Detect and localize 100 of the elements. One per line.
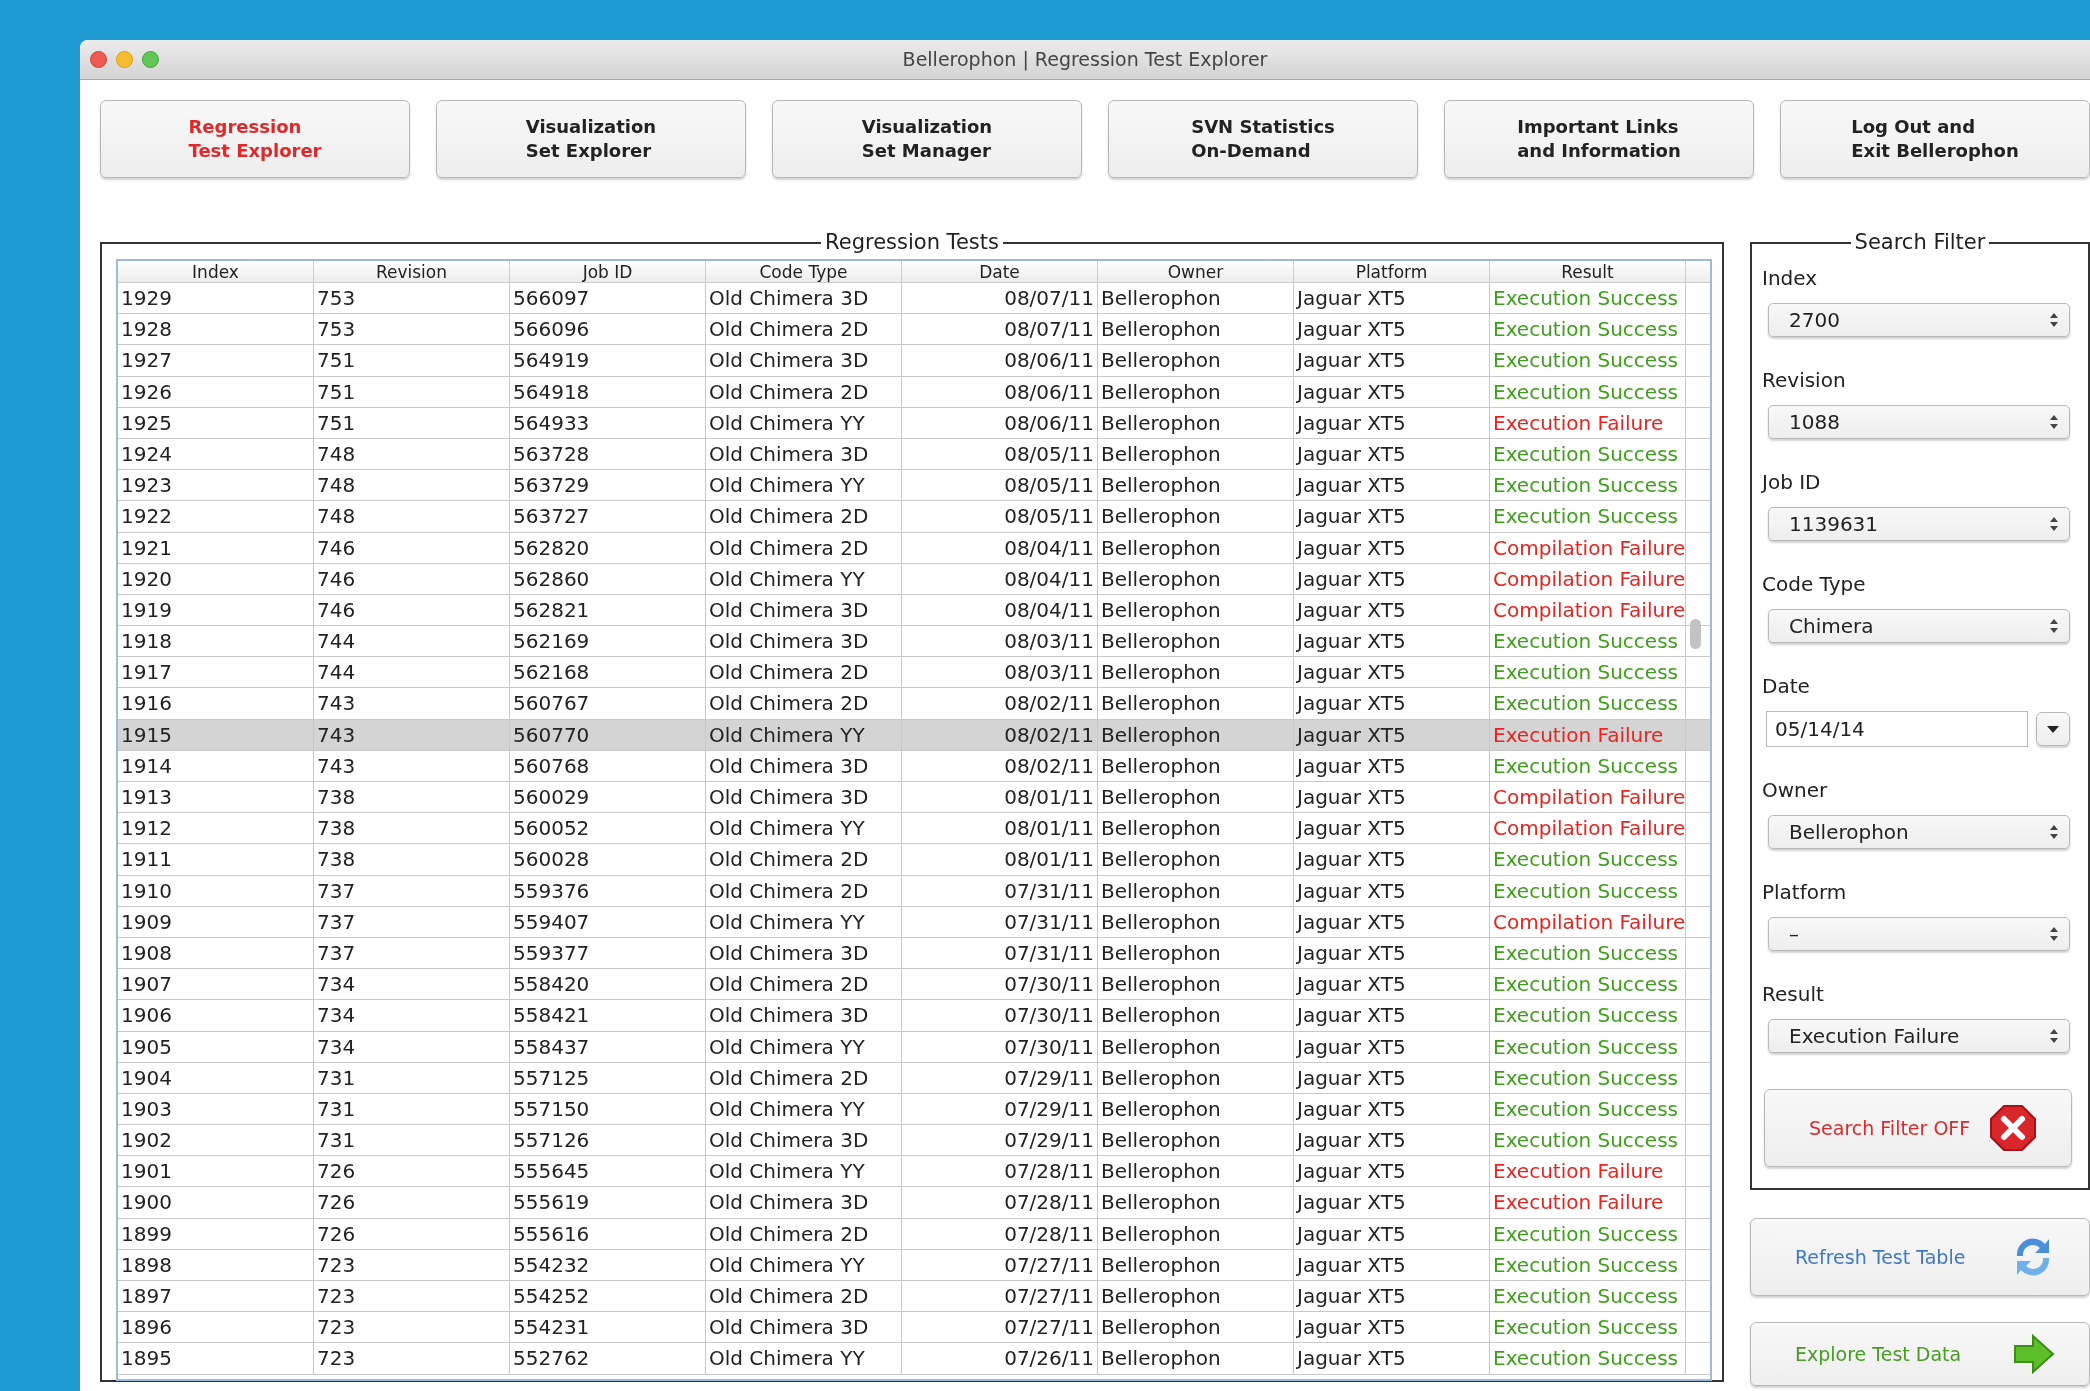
table-cell: 558437 bbox=[510, 1031, 706, 1062]
table-cell: 562860 bbox=[510, 563, 706, 594]
table-row[interactable]: 1896 723 554231 Old Chimera 3D 07/27/11 Bellerophon Jaguar XT5 Execution Success bbox=[118, 1312, 1710, 1344]
table-cell: Bellerophon bbox=[1098, 563, 1294, 594]
table-cell: 555645 bbox=[510, 1156, 706, 1187]
table-cell: 08/01/11 bbox=[902, 844, 1098, 875]
zoom-window-button[interactable] bbox=[142, 51, 159, 68]
table-cell: Jaguar XT5 bbox=[1294, 657, 1490, 688]
table-cell: Execution Success bbox=[1490, 969, 1686, 1000]
table-row[interactable]: 1926 751 564918 Old Chimera 2D 08/06/11 Bellerophon Jaguar XT5 Execution Success bbox=[118, 376, 1710, 408]
column-header[interactable]: Code Type bbox=[706, 261, 902, 283]
table-cell: Bellerophon bbox=[1098, 1281, 1294, 1312]
table-row[interactable]: 1904 731 557125 Old Chimera 2D 07/29/11 Bellerophon Jaguar XT5 Execution Success bbox=[118, 1062, 1710, 1094]
table-row[interactable]: 1902 731 557126 Old Chimera 3D 07/29/11 Bellerophon Jaguar XT5 Execution Success bbox=[118, 1125, 1710, 1157]
table-cell: Old Chimera YY bbox=[706, 470, 902, 501]
table-row[interactable]: 1911 738 560028 Old Chimera 2D 08/01/11 Bellerophon Jaguar XT5 Execution Success bbox=[118, 844, 1710, 876]
table-row[interactable]: 1895 723 552762 Old Chimera YY 07/26/11 Bellerophon Jaguar XT5 Execution Success bbox=[118, 1343, 1710, 1375]
table-row[interactable]: 1907 734 558420 Old Chimera 2D 07/30/11 Bellerophon Jaguar XT5 Execution Success bbox=[118, 969, 1710, 1001]
minimize-window-button[interactable] bbox=[116, 51, 133, 68]
search-filter-toggle-button[interactable]: Search Filter OFF bbox=[1764, 1089, 2072, 1167]
table-row[interactable]: 1900 726 555619 Old Chimera 3D 07/28/11 Bellerophon Jaguar XT5 Execution Failure bbox=[118, 1187, 1710, 1219]
table-cell: Bellerophon bbox=[1098, 1093, 1294, 1125]
table-row[interactable]: 1903 731 557150 Old Chimera YY 07/29/11 Bellerophon Jaguar XT5 Execution Success bbox=[118, 1093, 1710, 1126]
table-cell: 07/27/11 bbox=[902, 1312, 1098, 1343]
table-row[interactable]: 1924 748 563728 Old Chimera 3D 08/05/11 Bellerophon Jaguar XT5 Execution Success bbox=[118, 438, 1710, 471]
table-row[interactable]: 1905 734 558437 Old Chimera YY 07/30/11 Bellerophon Jaguar XT5 Execution Success bbox=[118, 1031, 1710, 1063]
table-cell: 08/03/11 bbox=[902, 626, 1098, 657]
field-label: Result bbox=[1762, 981, 1825, 1008]
table-row[interactable]: 1914 743 560768 Old Chimera 3D 08/02/11 Bellerophon Jaguar XT5 Execution Success bbox=[118, 750, 1710, 782]
table-row[interactable]: 1897 723 554252 Old Chimera 2D 07/27/11 Bellerophon Jaguar XT5 Execution Success bbox=[118, 1281, 1710, 1313]
field-label: Platform bbox=[1762, 879, 1848, 906]
table-cell: 08/01/11 bbox=[902, 782, 1098, 813]
column-header[interactable]: Index bbox=[118, 261, 314, 283]
table-cell: 1907 bbox=[118, 969, 314, 1000]
scrollbar-thumb[interactable] bbox=[1690, 619, 1701, 649]
dropdown-field[interactable]: 1088 bbox=[1768, 405, 2070, 439]
table-row[interactable]: 1920 746 562860 Old Chimera YY 08/04/11 Bellerophon Jaguar XT5 Compilation Failure bbox=[118, 563, 1710, 595]
table-cell: Bellerophon bbox=[1098, 1312, 1294, 1343]
dropdown-field[interactable]: Chimera bbox=[1768, 609, 2070, 643]
table-cell: 07/29/11 bbox=[902, 1125, 1098, 1156]
table-cell: Execution Success bbox=[1490, 750, 1686, 781]
table-cell: 737 bbox=[314, 906, 510, 937]
table-row[interactable]: 1919 746 562821 Old Chimera 3D 08/04/11 Bellerophon Jaguar XT5 Compilation Failure bbox=[118, 594, 1710, 627]
column-header[interactable]: Owner bbox=[1098, 261, 1294, 283]
table-row[interactable]: 1921 746 562820 Old Chimera 2D 08/04/11 Bellerophon Jaguar XT5 Compilation Failure bbox=[118, 532, 1710, 564]
column-header[interactable]: Platform bbox=[1294, 261, 1490, 283]
table-row[interactable]: 1917 744 562168 Old Chimera 2D 08/03/11 Bellerophon Jaguar XT5 Execution Success bbox=[118, 657, 1710, 689]
nav-tab[interactable]: SVN Statistics On-Demand bbox=[1108, 100, 1418, 178]
nav-tab[interactable]: Important Links and Information bbox=[1444, 100, 1754, 178]
table-cell: 731 bbox=[314, 1093, 510, 1125]
table-row[interactable]: 1898 723 554232 Old Chimera YY 07/27/11 Bellerophon Jaguar XT5 Execution Success bbox=[118, 1249, 1710, 1281]
table-cell: Old Chimera YY bbox=[706, 1031, 902, 1062]
table-row[interactable]: 1925 751 564933 Old Chimera YY 08/06/11 Bellerophon Jaguar XT5 Execution Failure bbox=[118, 407, 1710, 439]
table-row[interactable]: 1922 748 563727 Old Chimera 2D 08/05/11 Bellerophon Jaguar XT5 Execution Success bbox=[118, 501, 1710, 533]
table-row[interactable]: 1909 737 559407 Old Chimera YY 07/31/11 Bellerophon Jaguar XT5 Compilation Failure bbox=[118, 906, 1710, 938]
table-cell: 1924 bbox=[118, 438, 314, 470]
table-row[interactable]: 1927 751 564919 Old Chimera 3D 08/06/11 Bellerophon Jaguar XT5 Execution Success bbox=[118, 345, 1710, 377]
table-row[interactable]: 1929 753 566097 Old Chimera 3D 08/07/11 Bellerophon Jaguar XT5 Execution Success bbox=[118, 283, 1710, 315]
table-cell: 562168 bbox=[510, 657, 706, 688]
table-cell: 08/04/11 bbox=[902, 532, 1098, 563]
nav-tab[interactable]: Visualization Set Manager bbox=[772, 100, 1082, 178]
table-cell: Old Chimera 2D bbox=[706, 657, 902, 688]
table-cell: Jaguar XT5 bbox=[1294, 1249, 1490, 1280]
nav-tab[interactable]: Regression Test Explorer bbox=[100, 100, 410, 178]
table-cell: Bellerophon bbox=[1098, 283, 1294, 314]
table-row[interactable]: 1923 748 563729 Old Chimera YY 08/05/11 Bellerophon Jaguar XT5 Execution Success bbox=[118, 470, 1710, 502]
table-cell: Jaguar XT5 bbox=[1294, 1187, 1490, 1218]
table-cell: Jaguar XT5 bbox=[1294, 844, 1490, 875]
table-row[interactable]: 1906 734 558421 Old Chimera 3D 07/30/11 Bellerophon Jaguar XT5 Execution Success bbox=[118, 1000, 1710, 1032]
date-field[interactable]: 05/14/14 bbox=[1766, 711, 2028, 747]
table-cell: 734 bbox=[314, 969, 510, 1000]
table-row[interactable]: 1899 726 555616 Old Chimera 2D 07/28/11 Bellerophon Jaguar XT5 Execution Success bbox=[118, 1218, 1710, 1250]
table-row[interactable]: 1912 738 560052 Old Chimera YY 08/01/11 Bellerophon Jaguar XT5 Compilation Failure bbox=[118, 813, 1710, 845]
dropdown-field[interactable]: 1139631 bbox=[1768, 507, 2070, 541]
dropdown-button[interactable] bbox=[2036, 712, 2070, 746]
nav-tab[interactable]: Log Out and Exit Bellerophon bbox=[1780, 100, 2090, 178]
table-row[interactable]: 1928 753 566096 Old Chimera 2D 08/07/11 Bellerophon Jaguar XT5 Execution Success bbox=[118, 314, 1710, 346]
column-header[interactable]: Date bbox=[902, 261, 1098, 283]
table-cell: 1911 bbox=[118, 844, 314, 875]
table-row[interactable]: 1916 743 560767 Old Chimera 2D 08/02/11 Bellerophon Jaguar XT5 Execution Success bbox=[118, 688, 1710, 720]
table-cell: Bellerophon bbox=[1098, 501, 1294, 532]
table-row[interactable]: 1901 726 555645 Old Chimera YY 07/28/11 Bellerophon Jaguar XT5 Execution Failure bbox=[118, 1156, 1710, 1188]
column-header[interactable]: Job ID bbox=[510, 261, 706, 283]
table-cell: 563727 bbox=[510, 501, 706, 532]
table-cell: 1919 bbox=[118, 594, 314, 626]
table-row[interactable]: 1915 743 560770 Old Chimera YY 08/02/11 Bellerophon Jaguar XT5 Execution Failure bbox=[118, 719, 1710, 751]
nav-tab[interactable]: Visualization Set Explorer bbox=[436, 100, 746, 178]
dropdown-field[interactable]: Execution Failure bbox=[1768, 1019, 2070, 1053]
table-cell: Bellerophon bbox=[1098, 1343, 1294, 1374]
close-window-button[interactable] bbox=[90, 51, 107, 68]
table-row[interactable]: 1910 737 559376 Old Chimera 2D 07/31/11 Bellerophon Jaguar XT5 Execution Success bbox=[118, 875, 1710, 907]
dropdown-field[interactable]: 2700 bbox=[1768, 303, 2070, 337]
column-header[interactable]: Result bbox=[1490, 261, 1686, 283]
table-row[interactable]: 1908 737 559377 Old Chimera 3D 07/31/11 Bellerophon Jaguar XT5 Execution Success bbox=[118, 937, 1710, 970]
column-header[interactable]: Revision bbox=[314, 261, 510, 283]
dropdown-field[interactable]: Bellerophon bbox=[1768, 815, 2070, 849]
table-row[interactable]: 1913 738 560029 Old Chimera 3D 08/01/11 Bellerophon Jaguar XT5 Compilation Failure bbox=[118, 782, 1710, 814]
panel-title: Regression Tests bbox=[824, 232, 1000, 253]
dropdown-field[interactable]: – bbox=[1768, 917, 2070, 951]
refresh-button[interactable]: Refresh Test Table bbox=[1750, 1218, 2090, 1296]
